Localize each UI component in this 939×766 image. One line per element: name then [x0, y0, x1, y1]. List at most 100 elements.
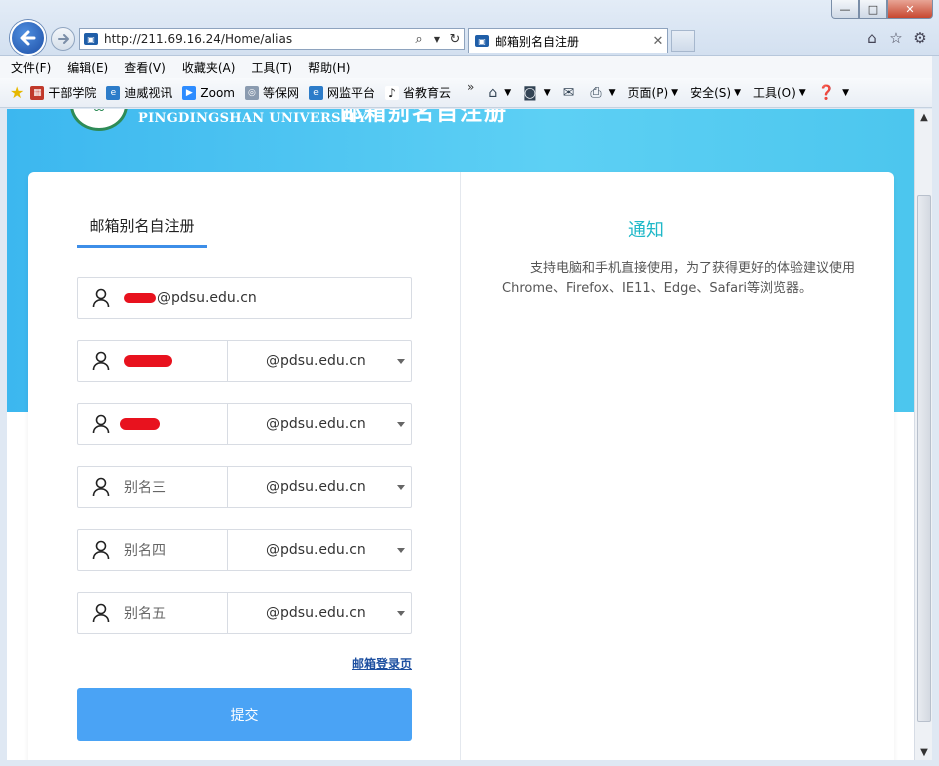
user-icon	[78, 351, 124, 371]
favorites-star-icon[interactable]: ☆	[887, 29, 905, 47]
favorite-label: 迪威视讯	[124, 86, 173, 100]
menu-favorites[interactable]: 收藏夹(A)	[182, 59, 236, 76]
tab-alias-registration-form[interactable]: 邮箱别名自注册	[77, 208, 207, 248]
settings-gear-icon[interactable]: ⚙	[911, 29, 929, 47]
favorite-link[interactable]: e 迪威视讯	[106, 84, 172, 101]
scrollbar-thumb[interactable]	[917, 195, 931, 722]
zoom-icon: ▶	[182, 85, 197, 100]
window-controls: — □ ✕	[831, 0, 933, 19]
alias-input-3[interactable]: 别名三	[78, 467, 228, 507]
new-tab-button[interactable]	[671, 30, 695, 52]
vertical-scrollbar[interactable]: ▲ ▼	[914, 109, 932, 760]
alias-input-5[interactable]: 别名五	[78, 593, 228, 633]
alias-input-4[interactable]: 别名四	[78, 530, 228, 570]
domain-select-3[interactable]: @pdsu.edu.cn	[228, 467, 411, 507]
close-window-button[interactable]: ✕	[887, 0, 933, 19]
menu-file[interactable]: 文件(F)	[11, 59, 51, 76]
chevron-down-icon	[397, 484, 405, 490]
favorite-link[interactable]: e 网监平台	[308, 84, 375, 101]
url-text[interactable]: http://211.69.16.24/Home/alias	[104, 32, 410, 46]
alias-input-2[interactable]	[78, 404, 228, 444]
favorite-label: Zoom	[200, 85, 235, 100]
favorite-globe-icon: ◎	[244, 85, 259, 100]
favorite-link[interactable]: ◎ 等保网	[244, 84, 299, 101]
menu-help[interactable]: 帮助(H)	[308, 59, 350, 76]
mail-command[interactable]: ✉	[563, 85, 579, 101]
domain-select-5[interactable]: @pdsu.edu.cn	[228, 593, 411, 633]
chevron-down-icon: ▼	[671, 87, 679, 98]
favorite-label: 等保网	[262, 86, 299, 100]
alias-row-1: @pdsu.edu.cn	[77, 340, 412, 382]
alias-placeholder: 别名三	[124, 480, 166, 496]
favorite-label: 网监平台	[326, 86, 375, 100]
minimize-button[interactable]: —	[831, 0, 859, 19]
tab-alias-registration[interactable]: ▣ 邮箱别名自注册 ✕	[468, 28, 668, 53]
domain-select-value: @pdsu.edu.cn	[266, 353, 366, 369]
dropdown-icon[interactable]: ▼	[428, 35, 446, 44]
chevron-down-icon: ▼	[504, 87, 512, 98]
email-login-link[interactable]: 邮箱登录页	[352, 655, 412, 672]
page-menu-label: 页面(P)	[627, 86, 669, 100]
menu-bar: 文件(F) 编辑(E) 查看(V) 收藏夹(A) 工具(T) 帮助(H)	[0, 56, 939, 78]
window-frame-bottom	[0, 760, 939, 766]
university-name: PINGDINGSHAN UNIVERSITY	[138, 111, 367, 126]
favorite-link[interactable]: ▶ Zoom	[182, 85, 235, 100]
address-bar[interactable]: ▣ http://211.69.16.24/Home/alias ⌕ ▼ ↻	[79, 28, 465, 50]
hero-title: 邮箱别名自注册	[340, 109, 509, 126]
favorites-bar: ★ ▦ 干部学院 e 迪威视讯 ▶ Zoom ◎ 等保网 e 网监平台 ♪ 省教…	[0, 78, 939, 108]
print-command[interactable]: ⎙ ▼	[590, 85, 615, 101]
search-icon[interactable]: ⌕	[410, 32, 428, 47]
maximize-button[interactable]: □	[859, 0, 887, 19]
user-icon	[78, 288, 124, 308]
command-bar: ⌂ ▼ ◙ ▼ ✉ ⎙ ▼ 页面(P) ▼ 安全(S) ▼ 工具(O) ▼ ❓ ▼	[488, 84, 861, 101]
tab-close-icon[interactable]: ✕	[649, 34, 667, 49]
favorite-link[interactable]: ♪ 省教育云	[385, 84, 451, 101]
domain-select-2[interactable]: @pdsu.edu.cn	[228, 404, 411, 444]
page-menu[interactable]: 页面(P) ▼	[628, 84, 679, 101]
scroll-down-icon[interactable]: ▼	[915, 744, 933, 760]
alias-row-5: 别名五 @pdsu.edu.cn	[77, 592, 412, 634]
chevron-down-icon	[397, 358, 405, 364]
help-command[interactable]: ❓ ▼	[818, 85, 849, 101]
alias-placeholder: 别名五	[124, 606, 166, 622]
menu-edit[interactable]: 编辑(E)	[67, 59, 108, 76]
favorites-star-icon[interactable]: ★	[10, 83, 24, 102]
printer-icon: ⎙	[590, 84, 602, 101]
chevron-down-icon	[397, 421, 405, 427]
chevron-down-icon	[397, 547, 405, 553]
safety-menu[interactable]: 安全(S) ▼	[690, 84, 741, 101]
chevron-down-icon: ▼	[543, 87, 551, 98]
redaction-mark	[124, 293, 156, 303]
notice-body: 支持电脑和手机直接使用，为了获得更好的体验建议使用Chrome、Firefox、…	[502, 261, 856, 296]
browser-title-bar: — □ ✕ ▣ http://211.69.16.24/Home/alias ⌕…	[0, 0, 939, 56]
tab-title: 邮箱别名自注册	[495, 34, 580, 49]
safety-menu-label: 安全(S)	[690, 86, 732, 100]
home-command[interactable]: ⌂ ▼	[488, 85, 511, 101]
feeds-command[interactable]: ◙ ▼	[523, 85, 551, 101]
domain-select-4[interactable]: @pdsu.edu.cn	[228, 530, 411, 570]
scroll-up-icon[interactable]: ▲	[915, 109, 933, 125]
redaction-mark	[124, 355, 172, 367]
user-icon	[78, 540, 124, 560]
refresh-icon[interactable]: ↻	[446, 32, 464, 47]
alias-input-1[interactable]	[78, 341, 228, 381]
card-divider	[460, 172, 461, 760]
favorite-link[interactable]: ▦ 干部学院	[30, 84, 96, 101]
redaction-mark	[120, 418, 160, 430]
favorites-overflow-chevron[interactable]: »	[467, 80, 474, 94]
forward-button[interactable]	[51, 27, 75, 51]
home-icon[interactable]: ⌂	[863, 29, 881, 47]
chevron-down-icon: ▼	[608, 87, 616, 98]
domain-select-1[interactable]: @pdsu.edu.cn	[228, 341, 411, 381]
favorite-label: 省教育云	[403, 86, 452, 100]
menu-view[interactable]: 查看(V)	[124, 59, 166, 76]
browser-right-icons: ⌂ ☆ ⚙	[863, 29, 929, 47]
back-button[interactable]	[10, 20, 46, 56]
domain-select-value: @pdsu.edu.cn	[266, 416, 366, 432]
menu-tools[interactable]: 工具(T)	[251, 59, 292, 76]
tools-menu[interactable]: 工具(O) ▼	[753, 84, 806, 101]
forward-arrow-icon	[58, 34, 69, 44]
favorite-site-icon: ▦	[30, 85, 45, 100]
rss-icon: ◙	[523, 84, 537, 101]
submit-button[interactable]: 提交	[77, 688, 412, 741]
